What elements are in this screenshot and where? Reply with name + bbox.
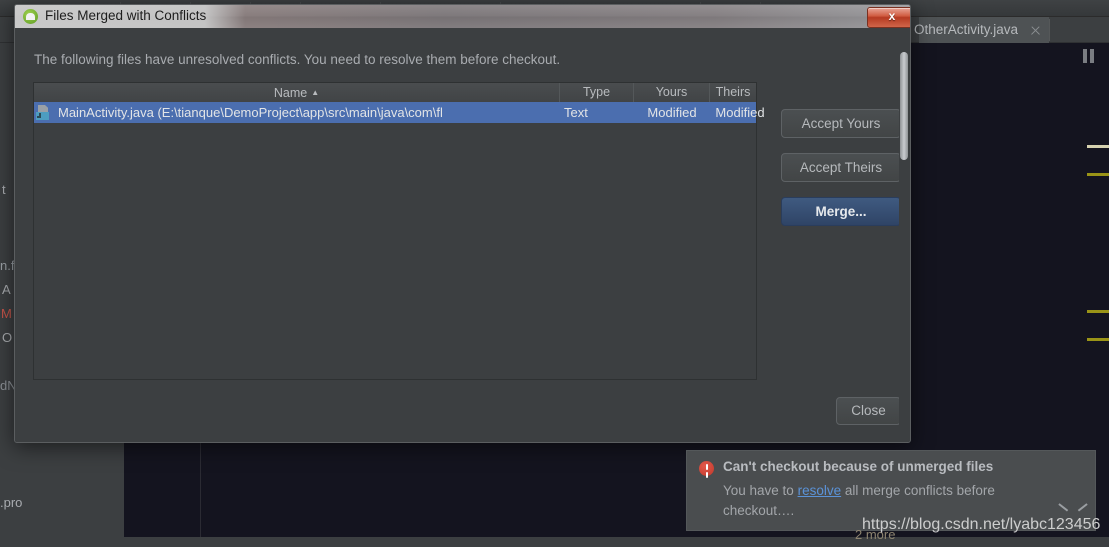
column-header-theirs[interactable]: Theirs	[710, 83, 756, 102]
column-header-yours[interactable]: Yours	[634, 83, 710, 102]
android-studio-icon	[23, 9, 38, 24]
editor-tab-label: OtherActivity.java	[914, 22, 1019, 37]
merge-button[interactable]: Merge...	[781, 197, 901, 226]
dialog-message: The following files have unresolved conf…	[34, 52, 561, 67]
sort-ascending-icon: ▲	[311, 88, 320, 97]
window-close-label: x	[888, 9, 896, 23]
code-fragment: n.f	[0, 258, 15, 273]
editor-tab-otheractivity[interactable]: OtherActivity.java	[914, 17, 1049, 45]
dialog-title: Files Merged with Conflicts	[45, 8, 207, 23]
table-row[interactable]: MainActivity.java (E:\tianque\DemoProjec…	[34, 102, 765, 123]
column-header-name[interactable]: Name ▲	[34, 83, 560, 102]
code-fragment: t	[2, 182, 6, 197]
dialog-scrollbar-thumb[interactable]	[900, 52, 908, 160]
dialog-title-bar[interactable]: Files Merged with Conflicts x	[15, 5, 910, 29]
java-file-icon	[36, 105, 51, 120]
watermark: https://blog.csdn.net/lyabc123456	[862, 516, 1101, 533]
accept-yours-button[interactable]: Accept Yours	[781, 109, 901, 138]
pause-icon[interactable]	[1083, 49, 1095, 63]
column-header-name-label: Name	[273, 86, 308, 100]
cell-type: Text	[564, 105, 588, 120]
notification-body: You have to resolve all merge conflicts …	[723, 481, 1053, 521]
cell-yours: Modified	[647, 105, 697, 120]
editor-column-line	[200, 441, 201, 547]
notification-body-before: You have to	[723, 483, 798, 498]
code-fragment: A	[2, 282, 11, 297]
error-stripe	[1087, 173, 1109, 176]
cell-name: MainActivity.java (E:\tianque\DemoProjec…	[58, 105, 443, 120]
notification-title: Can't checkout because of unmerged files	[723, 459, 994, 474]
conflicts-table[interactable]: Name ▲ Type Yours Theirs MainActivity.jav…	[33, 82, 765, 380]
error-icon	[699, 461, 714, 476]
code-fragment: O	[2, 330, 13, 345]
code-fragment: M	[1, 306, 12, 321]
accept-theirs-button[interactable]: Accept Theirs	[781, 153, 901, 182]
error-stripe	[1087, 338, 1109, 341]
error-stripe	[1087, 145, 1109, 148]
window-close-button[interactable]: x	[867, 7, 910, 28]
resolve-link[interactable]: resolve	[798, 483, 842, 498]
code-fragment: .pro	[0, 495, 23, 510]
table-header: Name ▲ Type Yours Theirs	[34, 83, 756, 103]
tab-divider	[1049, 19, 1050, 41]
close-icon[interactable]	[1029, 24, 1042, 37]
cell-theirs: Modified	[715, 105, 765, 120]
chevron-down-icon[interactable]	[1059, 501, 1077, 513]
dialog-body: The following files have unresolved conf…	[15, 28, 910, 442]
files-merged-with-conflicts-dialog: Files Merged with Conflicts x The follow…	[14, 4, 911, 443]
status-bar	[0, 537, 1109, 547]
column-header-type[interactable]: Type	[560, 83, 634, 102]
close-button[interactable]: Close	[836, 397, 901, 425]
error-stripe	[1087, 310, 1109, 313]
dialog-scrollbar[interactable]	[899, 52, 909, 442]
